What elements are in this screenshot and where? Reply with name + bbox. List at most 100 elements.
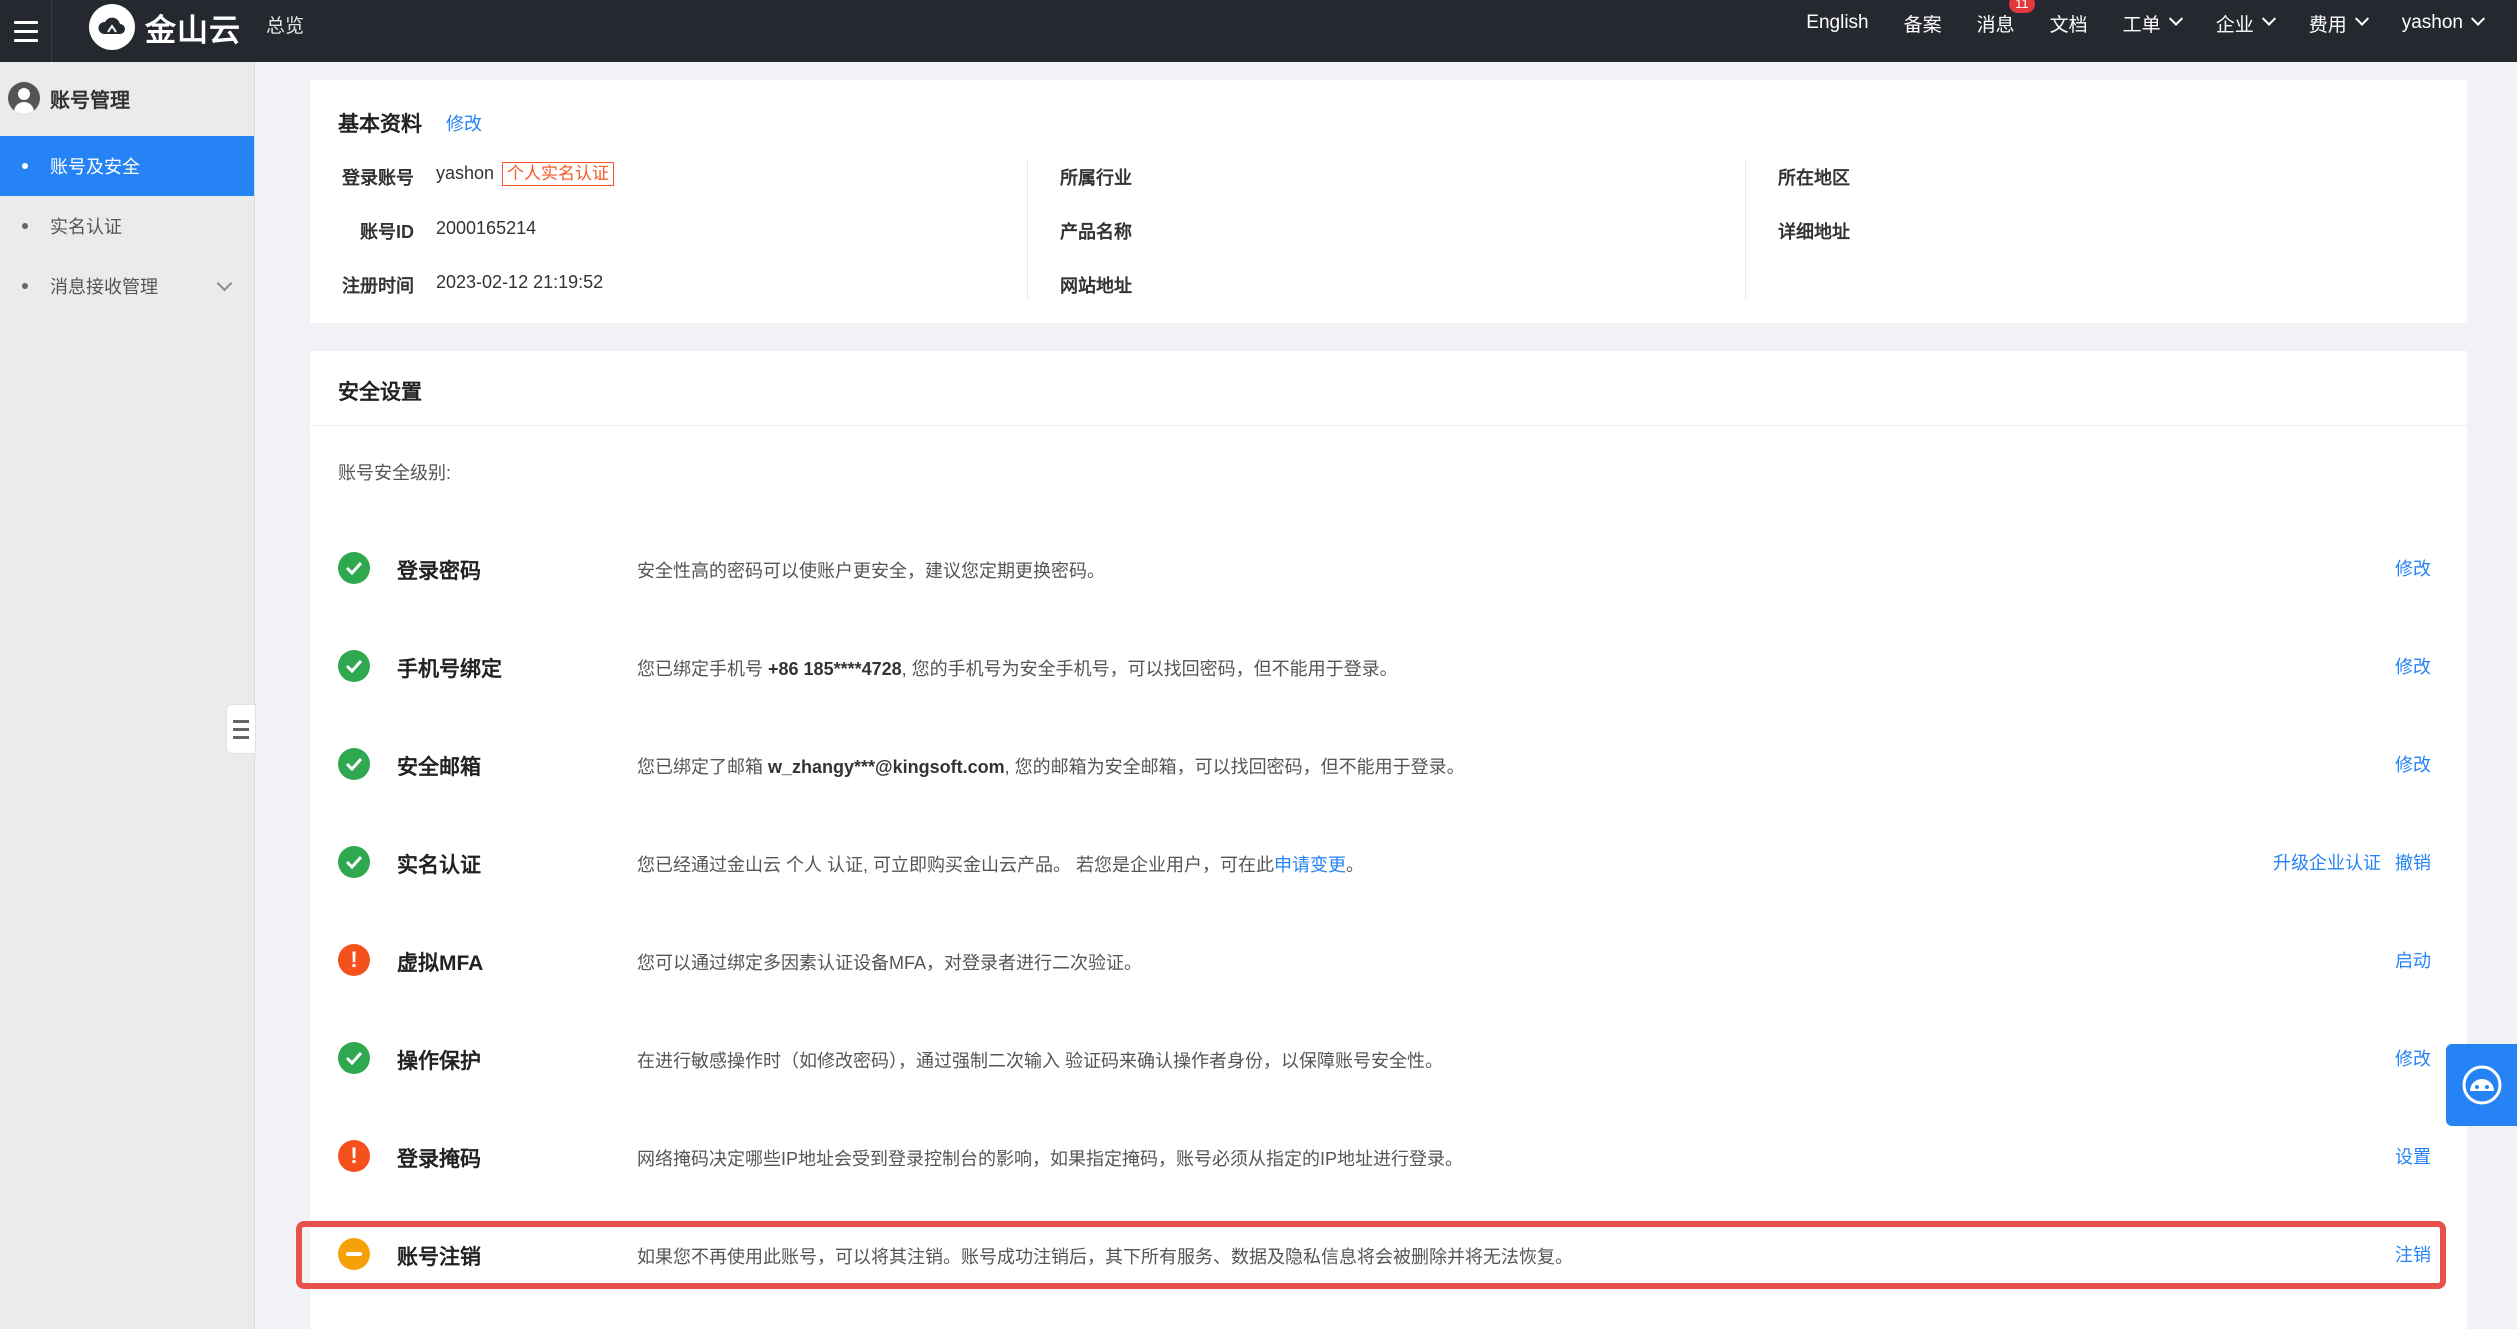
row-name: 登录密码 <box>397 560 481 583</box>
reg-time-value: 2023-02-12 21:19:52 <box>436 272 604 292</box>
user-avatar-icon <box>8 82 40 114</box>
nav-billing[interactable]: 费用 <box>2308 10 2369 37</box>
modify-protection-link[interactable]: 修改 <box>2395 1045 2431 1071</box>
auth-status-badge: 个人实名认证 <box>502 162 615 186</box>
row-name: 安全邮箱 <box>397 756 481 779</box>
nav-label: 工单 <box>2122 14 2161 36</box>
security-row-login-mask: ! 登录掩码 网络掩码决定哪些IP地址会受到登录控制台的影响，如果指定掩码，账号… <box>310 1127 2467 1187</box>
sidebar-item-messages[interactable]: 消息接收管理 <box>0 256 254 316</box>
nav-docs[interactable]: 文档 <box>2050 10 2088 37</box>
warning-circle-icon: ! <box>338 944 370 976</box>
nav-label: 企业 <box>2215 14 2254 36</box>
nav-user-menu[interactable]: yashon <box>2401 11 2486 34</box>
chevron-down-icon <box>2354 11 2369 26</box>
modify-phone-link[interactable]: 修改 <box>2395 653 2431 679</box>
desc-text: 您已经通过金山云 个人 认证, 可立即购买金山云产品。 若您是企业用户，可在此 <box>637 855 1275 875</box>
account-id-label: 账号ID <box>360 222 414 242</box>
security-row-mfa: ! 虚拟MFA 您可以通过绑定多因素认证设备MFA，对登录者进行二次验证。 启动 <box>310 931 2467 991</box>
desc-text: , 您的手机号为安全手机号，可以找回密码，但不能用于登录。 <box>901 659 1398 679</box>
column-divider <box>1745 160 1746 300</box>
sidebar-item-label: 账号及安全 <box>50 157 140 177</box>
nav-enterprise[interactable]: 企业 <box>2215 10 2276 37</box>
security-settings-card: 安全设置 账号安全级别: 登录密码 安全性高的密码可以使账户更安全，建议您定期更… <box>310 351 2467 1329</box>
login-account-value: yashon 个人实名认证 <box>436 162 615 186</box>
sidebar-item-account-security[interactable]: 账号及安全 <box>0 136 254 196</box>
top-bar: 金山云 总览 English 备案 消息 11 文档 工单 企业 费用 yasho… <box>0 0 2517 62</box>
product-label: 产品名称 <box>1060 222 1132 242</box>
security-row-phone: 手机号绑定 您已绑定手机号 +86 185****4728, 您的手机号为安全手… <box>310 637 2467 697</box>
check-circle-icon <box>338 650 370 682</box>
industry-label: 所属行业 <box>1060 168 1132 188</box>
modify-email-link[interactable]: 修改 <box>2395 751 2431 777</box>
row-name: 手机号绑定 <box>397 658 502 681</box>
row-desc: 在进行敏感操作时（如修改密码），通过强制二次输入 验证码来确认操作者身份，以保障… <box>637 1051 1443 1071</box>
cloud-logo-icon <box>89 4 135 50</box>
sidebar-title: 账号管理 <box>8 82 130 114</box>
reg-time-label: 注册时间 <box>342 276 414 296</box>
account-id-value: 2000165214 <box>436 218 537 238</box>
nav-beian[interactable]: 备案 <box>1904 10 1942 37</box>
chevron-down-icon <box>2470 11 2486 26</box>
nav-label: 备案 <box>1903 14 1942 36</box>
check-circle-icon <box>338 846 370 878</box>
phone-number: +86 185****4728 <box>768 659 902 679</box>
highlight-box <box>296 1221 2446 1289</box>
sidebar-item-realname[interactable]: 实名认证 <box>0 196 254 256</box>
nav-label: 费用 <box>2308 14 2347 36</box>
bullet-icon <box>22 283 28 289</box>
check-circle-icon <box>338 1042 370 1074</box>
email-address: w_zhangy***@kingsoft.com <box>768 757 1005 777</box>
desc-text: , 您的邮箱为安全邮箱，可以找回密码，但不能用于登录。 <box>1004 757 1465 777</box>
nav-english[interactable]: English <box>1806 12 1868 34</box>
sidebar-title-label: 账号管理 <box>50 89 130 112</box>
card-title: 安全设置 <box>338 381 422 404</box>
upgrade-enterprise-link[interactable]: 升级企业认证 <box>2273 849 2381 875</box>
desc-text: 您已绑定手机号 <box>637 659 769 679</box>
set-mask-link[interactable]: 设置 <box>2395 1143 2431 1169</box>
logo-text: 金山云 <box>145 12 241 48</box>
card-title: 基本资料 <box>338 113 422 136</box>
login-account-text: yashon <box>436 163 495 183</box>
security-row-email: 安全邮箱 您已绑定了邮箱 w_zhangy***@kingsoft.com, 您… <box>310 735 2467 795</box>
row-desc: 安全性高的密码可以使账户更安全，建议您定期更换密码。 <box>637 561 1105 581</box>
check-circle-icon <box>338 748 370 780</box>
row-desc: 您已绑定了邮箱 w_zhangy***@kingsoft.com, 您的邮箱为安… <box>637 753 1465 779</box>
desc-text: 您已绑定了邮箱 <box>637 757 769 777</box>
nav-label: 消息 <box>1976 14 2015 36</box>
bullet-icon <box>22 163 28 169</box>
row-name: 实名认证 <box>397 854 481 877</box>
nav-messages[interactable]: 消息 11 <box>1976 0 2035 37</box>
chevron-down-icon <box>2168 11 2183 26</box>
region-label: 所在地区 <box>1778 168 1850 188</box>
logo[interactable]: 金山云 <box>89 4 241 50</box>
chevron-down-icon <box>2261 11 2276 26</box>
row-name: 登录掩码 <box>397 1148 481 1171</box>
security-row-operation-protect: 操作保护 在进行敏感操作时（如修改密码），通过强制二次输入 验证码来确认操作者身… <box>310 1029 2467 1089</box>
edit-basic-info-link[interactable]: 修改 <box>446 110 482 136</box>
row-desc: 网络掩码决定哪些IP地址会受到登录控制台的影响，如果指定掩码，账号必须从指定的I… <box>637 1149 1464 1169</box>
message-count-badge: 11 <box>2009 0 2035 13</box>
hamburger-menu-icon[interactable] <box>0 0 52 62</box>
security-row-realname: 实名认证 您已经通过金山云 个人 认证, 可立即购买金山云产品。 若您是企业用户… <box>310 833 2467 893</box>
enable-mfa-link[interactable]: 启动 <box>2395 947 2431 973</box>
website-label: 网站地址 <box>1060 276 1132 296</box>
modify-password-link[interactable]: 修改 <box>2395 555 2431 581</box>
sidebar-item-label: 实名认证 <box>50 217 122 237</box>
row-desc: 您可以通过绑定多因素认证设备MFA，对登录者进行二次验证。 <box>637 953 1142 973</box>
sidebar-collapse-icon[interactable] <box>226 704 256 754</box>
overview-link[interactable]: 总览 <box>266 11 304 38</box>
warning-circle-icon: ! <box>338 1140 370 1172</box>
revoke-link[interactable]: 撤销 <box>2395 849 2431 875</box>
row-desc: 您已经通过金山云 个人 认证, 可立即购买金山云产品。 若您是企业用户，可在此申… <box>637 851 1364 877</box>
nav-label: English <box>1806 12 1869 33</box>
nav-tickets[interactable]: 工单 <box>2122 10 2183 37</box>
apply-change-link[interactable]: 申请变更 <box>1274 855 1346 875</box>
row-name: 虚拟MFA <box>397 952 484 975</box>
security-row-password: 登录密码 安全性高的密码可以使账户更安全，建议您定期更换密码。 修改 <box>310 539 2467 599</box>
row-name: 操作保护 <box>397 1050 481 1073</box>
nav-label: yashon <box>2401 12 2463 33</box>
row-desc: 您已绑定手机号 +86 185****4728, 您的手机号为安全手机号，可以找… <box>637 655 1398 681</box>
desc-text: 。 <box>1346 855 1365 875</box>
sidebar: 账号管理 账号及安全 实名认证 消息接收管理 <box>0 62 255 1329</box>
customer-service-icon[interactable] <box>2446 1044 2517 1126</box>
